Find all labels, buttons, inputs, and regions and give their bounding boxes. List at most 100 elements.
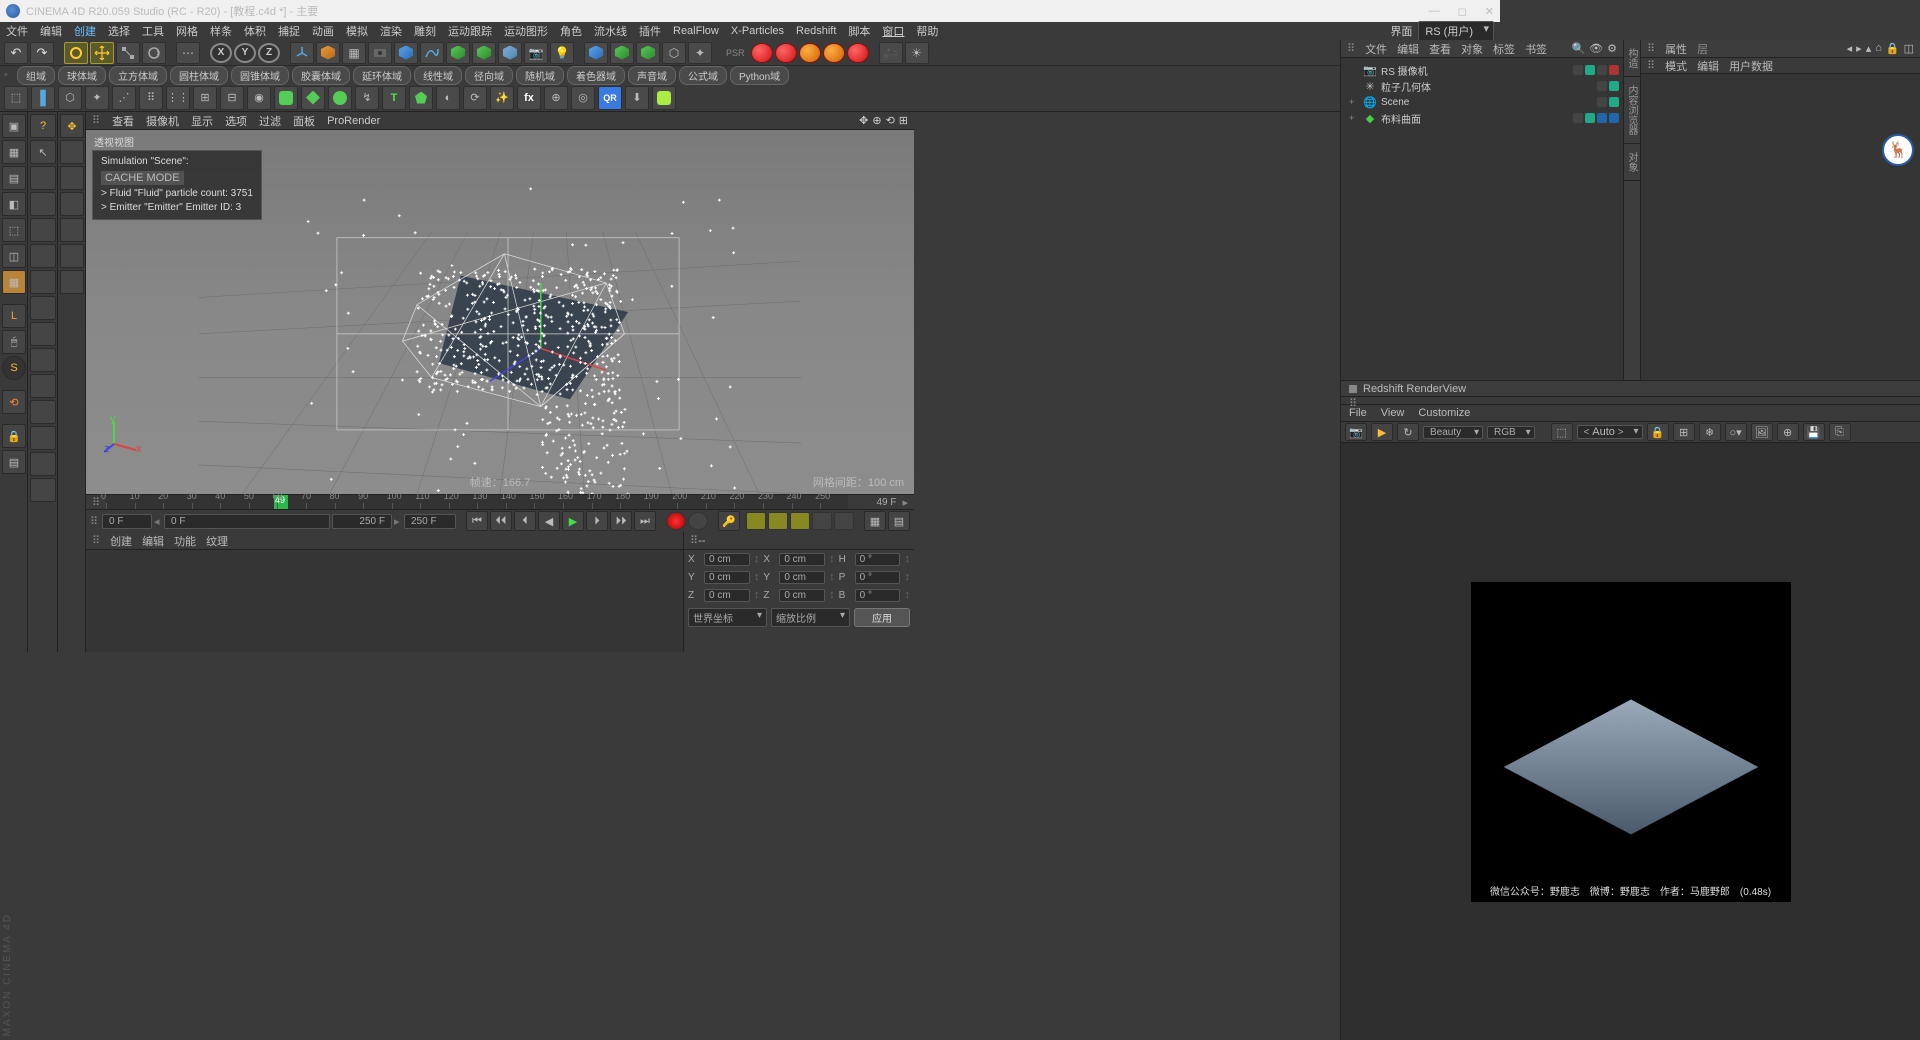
attr-up-icon[interactable]: ▴ — [1866, 42, 1872, 55]
rs-view[interactable]: View — [1381, 407, 1405, 419]
lock2-mode[interactable]: ▤ — [2, 450, 26, 474]
undo-button[interactable]: ↶ — [4, 42, 28, 64]
xp-4[interactable]: ⬡ — [662, 42, 686, 64]
sec-6[interactable]: ⠿ — [139, 86, 163, 110]
ep-6[interactable] — [60, 244, 84, 268]
menu-anim[interactable]: 动画 — [312, 23, 334, 39]
filter-icon[interactable]: ⚙ — [1607, 42, 1617, 55]
menu-edit[interactable]: 编辑 — [40, 23, 62, 39]
rs-aov-dropdown[interactable]: Beauty — [1423, 426, 1483, 439]
sec-8[interactable]: ⊞ — [193, 86, 217, 110]
size-y[interactable]: 0 cm — [779, 571, 825, 584]
rs-circle-icon[interactable]: ○▾ — [1725, 423, 1747, 441]
rs-copy-icon[interactable]: ⎘ — [1829, 423, 1851, 441]
menu-tracker[interactable]: 运动跟踪 — [448, 23, 492, 39]
vp-display[interactable]: 显示 — [191, 113, 213, 129]
menu-plugins[interactable]: 插件 — [639, 23, 661, 39]
coord-system[interactable] — [290, 42, 314, 64]
key-pos[interactable] — [746, 512, 766, 530]
menu-select[interactable]: 选择 — [108, 23, 130, 39]
menu-render[interactable]: 渲染 — [380, 23, 402, 39]
tag-cube[interactable]: 立方体域 — [109, 66, 167, 85]
axis-mode[interactable]: L — [2, 304, 26, 328]
rs-canvas[interactable]: 微信公众号：野鹿志 微博：野鹿志 作者：马鹿野郎 (0.48s) — [1341, 443, 1920, 1040]
add-environment[interactable] — [498, 42, 522, 64]
rs-file[interactable]: File — [1349, 407, 1367, 419]
tag-group[interactable]: 组域 — [17, 66, 55, 85]
goto-end[interactable]: ⏭ — [634, 511, 656, 531]
tp-cursor[interactable]: ↖ — [30, 140, 56, 164]
tp-14[interactable] — [30, 452, 56, 476]
menu-pipeline[interactable]: 流水线 — [594, 23, 627, 39]
step-back[interactable]: ⏴ — [514, 511, 536, 531]
menu-realflow[interactable]: RealFlow — [673, 25, 719, 37]
tp-7[interactable] — [30, 270, 56, 294]
tag-sphere[interactable]: 球体域 — [58, 66, 106, 85]
sec-24[interactable]: ⬇ — [625, 86, 649, 110]
attr-new-icon[interactable]: ◫ — [1904, 42, 1914, 55]
vp-camera[interactable]: 摄像机 — [146, 113, 179, 129]
play-back[interactable]: ◀ — [538, 511, 560, 531]
fcurve-icon[interactable]: ▤ — [888, 511, 910, 531]
rs-lock-icon[interactable]: 🔒 — [1647, 423, 1669, 441]
sec-5[interactable]: ⋰ — [112, 86, 136, 110]
add-cube[interactable] — [394, 42, 418, 64]
rs-cam-icon[interactable]: 🎥 — [879, 42, 903, 64]
sec-1[interactable]: ⬚ — [4, 86, 28, 110]
menu-volume[interactable]: 体积 — [244, 23, 266, 39]
attr-home-icon[interactable]: ⌂ — [1875, 42, 1882, 55]
sec-4[interactable]: ✦ — [85, 86, 109, 110]
rs-crop-icon[interactable]: ⬚ — [1551, 423, 1573, 441]
lock-mode[interactable]: 🔒 — [2, 424, 26, 448]
vp-view[interactable]: 查看 — [112, 113, 134, 129]
tp-13[interactable] — [30, 426, 56, 450]
sec-18[interactable]: ⟳ — [463, 86, 487, 110]
tag-linear[interactable]: 线性域 — [414, 66, 462, 85]
tp-11[interactable] — [30, 374, 56, 398]
size-x[interactable]: 0 cm — [779, 553, 825, 566]
poly-mode[interactable]: ▦ — [2, 270, 26, 294]
tag-cylinder[interactable]: 圆柱体域 — [170, 66, 228, 85]
rs-freeze-icon[interactable]: ❄ — [1699, 423, 1721, 441]
play-forward[interactable]: ▶ — [562, 511, 584, 531]
coord-space-dropdown[interactable]: 世界坐标 — [688, 608, 767, 627]
rs-refresh-icon[interactable]: ↻ — [1397, 423, 1419, 441]
vp-filter[interactable]: 过滤 — [259, 113, 281, 129]
tp-1[interactable]: ? — [30, 114, 56, 138]
vp-panel[interactable]: 面板 — [293, 113, 315, 129]
sec-16[interactable] — [409, 86, 433, 110]
tp-5[interactable] — [30, 218, 56, 242]
range-end[interactable]: 250 F — [332, 514, 392, 529]
menu-sculpt[interactable]: 雕刻 — [414, 23, 436, 39]
sec-19[interactable]: ✨ — [490, 86, 514, 110]
y-axis-lock[interactable]: Y — [234, 43, 256, 63]
tag-random[interactable]: 随机域 — [516, 66, 564, 85]
eye-icon[interactable]: 👁 — [1589, 42, 1603, 55]
rot-h[interactable]: 0 ° — [855, 553, 901, 566]
tag-cone[interactable]: 圆锥体域 — [231, 66, 289, 85]
xp-5[interactable]: ✦ — [688, 42, 712, 64]
workplane-mode[interactable]: ◧ — [2, 192, 26, 216]
tag-capsule[interactable]: 胶囊体域 — [292, 66, 350, 85]
rs-render-2[interactable] — [775, 43, 797, 63]
render-view[interactable]: ▦ — [342, 42, 366, 64]
key-rot[interactable] — [790, 512, 810, 530]
rs-light-icon[interactable]: ☀ — [905, 42, 929, 64]
rs-render-1[interactable] — [751, 43, 773, 63]
tag-shader[interactable]: 着色器域 — [567, 66, 625, 85]
rs-render-3[interactable] — [799, 43, 821, 63]
tree-scene[interactable]: +🌐 Scene — [1345, 94, 1619, 110]
redo-button[interactable]: ↷ — [30, 42, 54, 64]
step-fwd[interactable]: ⏵ — [586, 511, 608, 531]
tp-12[interactable] — [30, 400, 56, 424]
sec-2[interactable] — [31, 86, 55, 110]
xp-3[interactable] — [636, 42, 660, 64]
tag-python[interactable]: Python域 — [730, 66, 789, 85]
sec-13[interactable] — [328, 86, 352, 110]
rs-grid-icon[interactable]: ⊞ — [1673, 423, 1695, 441]
search-icon[interactable]: 🔍 — [1571, 42, 1585, 55]
sec-qr[interactable]: QR — [598, 86, 622, 110]
vtab-object[interactable]: 对象 — [1624, 144, 1640, 181]
maximize-button[interactable]: ◻ — [1458, 5, 1467, 18]
tweak-mode[interactable]: 🖱 — [2, 330, 26, 354]
